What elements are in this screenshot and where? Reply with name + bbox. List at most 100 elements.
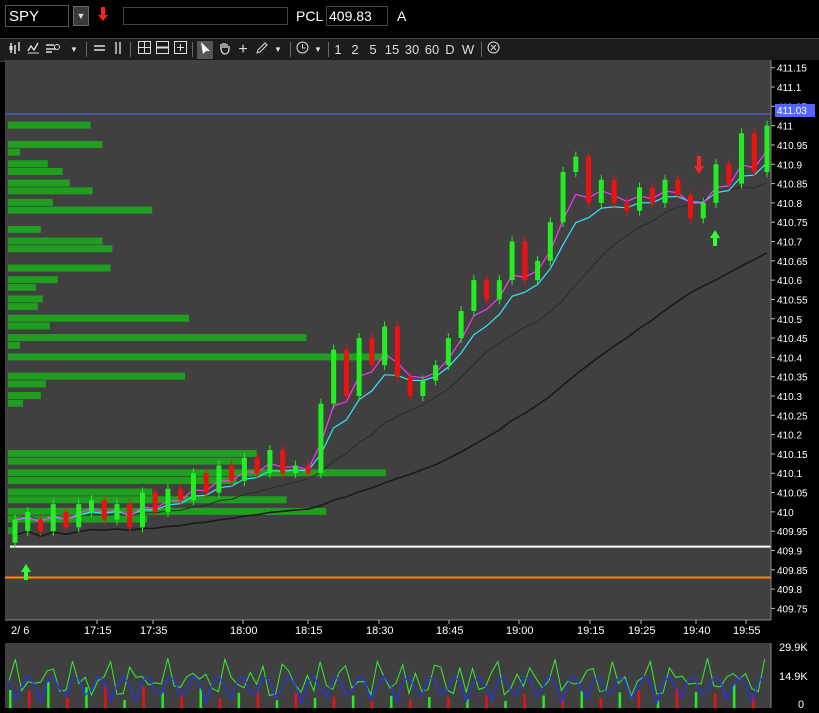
volume-bar: [618, 692, 622, 708]
interval-2[interactable]: 2: [350, 41, 360, 59]
chevron-down-icon[interactable]: ▼: [272, 41, 284, 59]
price-tick-label: 410.75: [777, 218, 808, 229]
volume-pane[interactable]: 29.9K 14.9K 0: [5, 642, 819, 711]
interval-daily[interactable]: D: [444, 41, 456, 59]
bull-candle: [88, 500, 94, 512]
vertical-line-icon[interactable]: [112, 41, 124, 59]
chevron-down-icon[interactable]: ▼: [312, 41, 324, 59]
time-tick-label: 19:40: [683, 625, 711, 637]
bear-candle: [254, 457, 260, 474]
bull-candle: [445, 338, 451, 366]
time-tick-label: 18:00: [230, 625, 258, 637]
settings-icon[interactable]: [44, 41, 62, 59]
volume-profile-bar: [8, 198, 53, 206]
volume-bar: [370, 700, 374, 708]
volume-bar: [390, 695, 393, 708]
volume-bar: [447, 697, 450, 708]
split-panel-icon[interactable]: [155, 41, 169, 59]
volume-profile-bar: [8, 283, 36, 291]
top-bar: SPY ▼ PCL 409.83 A: [0, 0, 819, 34]
candle-chart-icon[interactable]: [8, 41, 22, 59]
interval-5[interactable]: 5: [368, 41, 378, 59]
volume-profile-bar: [8, 206, 153, 214]
bull-candle: [509, 241, 515, 281]
bear-candle: [675, 179, 681, 196]
volume-bar: [142, 686, 145, 708]
bear-candle: [280, 450, 286, 474]
volume-svg[interactable]: 29.9K 14.9K 0: [5, 642, 819, 711]
pcl-label: PCL: [296, 8, 324, 24]
volume-profile-bar: [8, 314, 190, 322]
volume-bar: [180, 695, 183, 708]
volume-bar: [580, 691, 583, 708]
bull-candle: [535, 260, 541, 281]
bear-candle: [649, 187, 655, 203]
price-tick-label: 410.05: [777, 489, 808, 500]
volume-profile-bar: [8, 469, 387, 477]
price-chart[interactable]: 411.15411.1411.05411410.95410.9410.85410…: [5, 60, 819, 645]
interval-weekly[interactable]: W: [461, 41, 475, 59]
bull-candle: [713, 164, 719, 203]
pointer-icon[interactable]: [197, 41, 213, 59]
bear-candle: [152, 492, 158, 512]
price-tick-label: 410: [777, 508, 794, 519]
crosshair-grid-icon[interactable]: [137, 41, 151, 59]
bull-candle: [433, 365, 439, 381]
time-tick-label: 18:45: [436, 625, 464, 637]
volume-profile-bar: [8, 168, 63, 175]
price-tick-label: 409.75: [777, 604, 808, 615]
down-arrow-icon[interactable]: [96, 6, 110, 26]
bull-candle: [356, 338, 362, 396]
crosshair-icon[interactable]: +: [236, 41, 250, 59]
bull-candle: [496, 280, 502, 300]
chevron-down-icon: ▼: [76, 11, 86, 21]
volume-bar: [123, 700, 126, 708]
volume-bar: [85, 687, 88, 708]
bull-candle: [318, 403, 324, 474]
volume-bar: [485, 695, 488, 708]
chevron-down-icon[interactable]: ▼: [68, 41, 80, 59]
bull-candle: [382, 326, 388, 366]
interval-15[interactable]: 15: [384, 41, 400, 59]
bull-candle: [560, 172, 566, 223]
volume-bar: [294, 693, 298, 708]
bull-candle: [547, 222, 553, 261]
price-tick-label: 409.95: [777, 527, 808, 538]
study-icon[interactable]: [26, 41, 40, 59]
price-tick-label: 410.9: [777, 160, 802, 171]
volume-bar: [28, 690, 31, 708]
interval-1[interactable]: 1: [333, 41, 343, 59]
volume-background: [5, 643, 771, 708]
interval-30[interactable]: 30: [404, 41, 420, 59]
volume-bar: [351, 695, 355, 708]
price-tick-label: 409.9: [777, 546, 802, 557]
volume-profile-bar: [8, 496, 287, 504]
hand-pan-icon[interactable]: [217, 41, 231, 59]
pencil-icon[interactable]: [254, 41, 268, 59]
clock-icon[interactable]: [295, 41, 309, 59]
bull-candle: [458, 311, 464, 339]
bear-candle: [127, 504, 133, 528]
symbol-dropdown-button[interactable]: ▼: [73, 6, 89, 26]
bull-candle: [700, 202, 706, 219]
bear-candle: [63, 511, 69, 528]
price-tick-label: 410.6: [777, 276, 802, 287]
price-chart-svg[interactable]: 411.15411.1411.05411410.95410.9410.85410…: [5, 60, 819, 645]
zoom-box-icon[interactable]: [173, 41, 187, 59]
price-tick-label: 410.95: [777, 141, 808, 152]
bull-candle: [216, 465, 222, 493]
volume-bar: [332, 696, 336, 708]
interval-60[interactable]: 60: [424, 41, 440, 59]
horizontal-line-icon[interactable]: [93, 41, 105, 59]
price-tick-label: 410.4: [777, 353, 802, 364]
pcl-value: 409.83: [326, 6, 388, 26]
volume-profile-bar: [8, 295, 43, 303]
close-chart-icon[interactable]: [486, 41, 500, 59]
price-tick-label: 410.3: [777, 392, 802, 403]
volume-profile-bar: [8, 457, 247, 465]
bear-candle: [624, 202, 630, 211]
symbol-input[interactable]: SPY: [5, 5, 69, 27]
volume-profile-bar: [8, 322, 50, 330]
volume-profile-bar: [8, 392, 41, 399]
bear-candle: [37, 519, 43, 532]
